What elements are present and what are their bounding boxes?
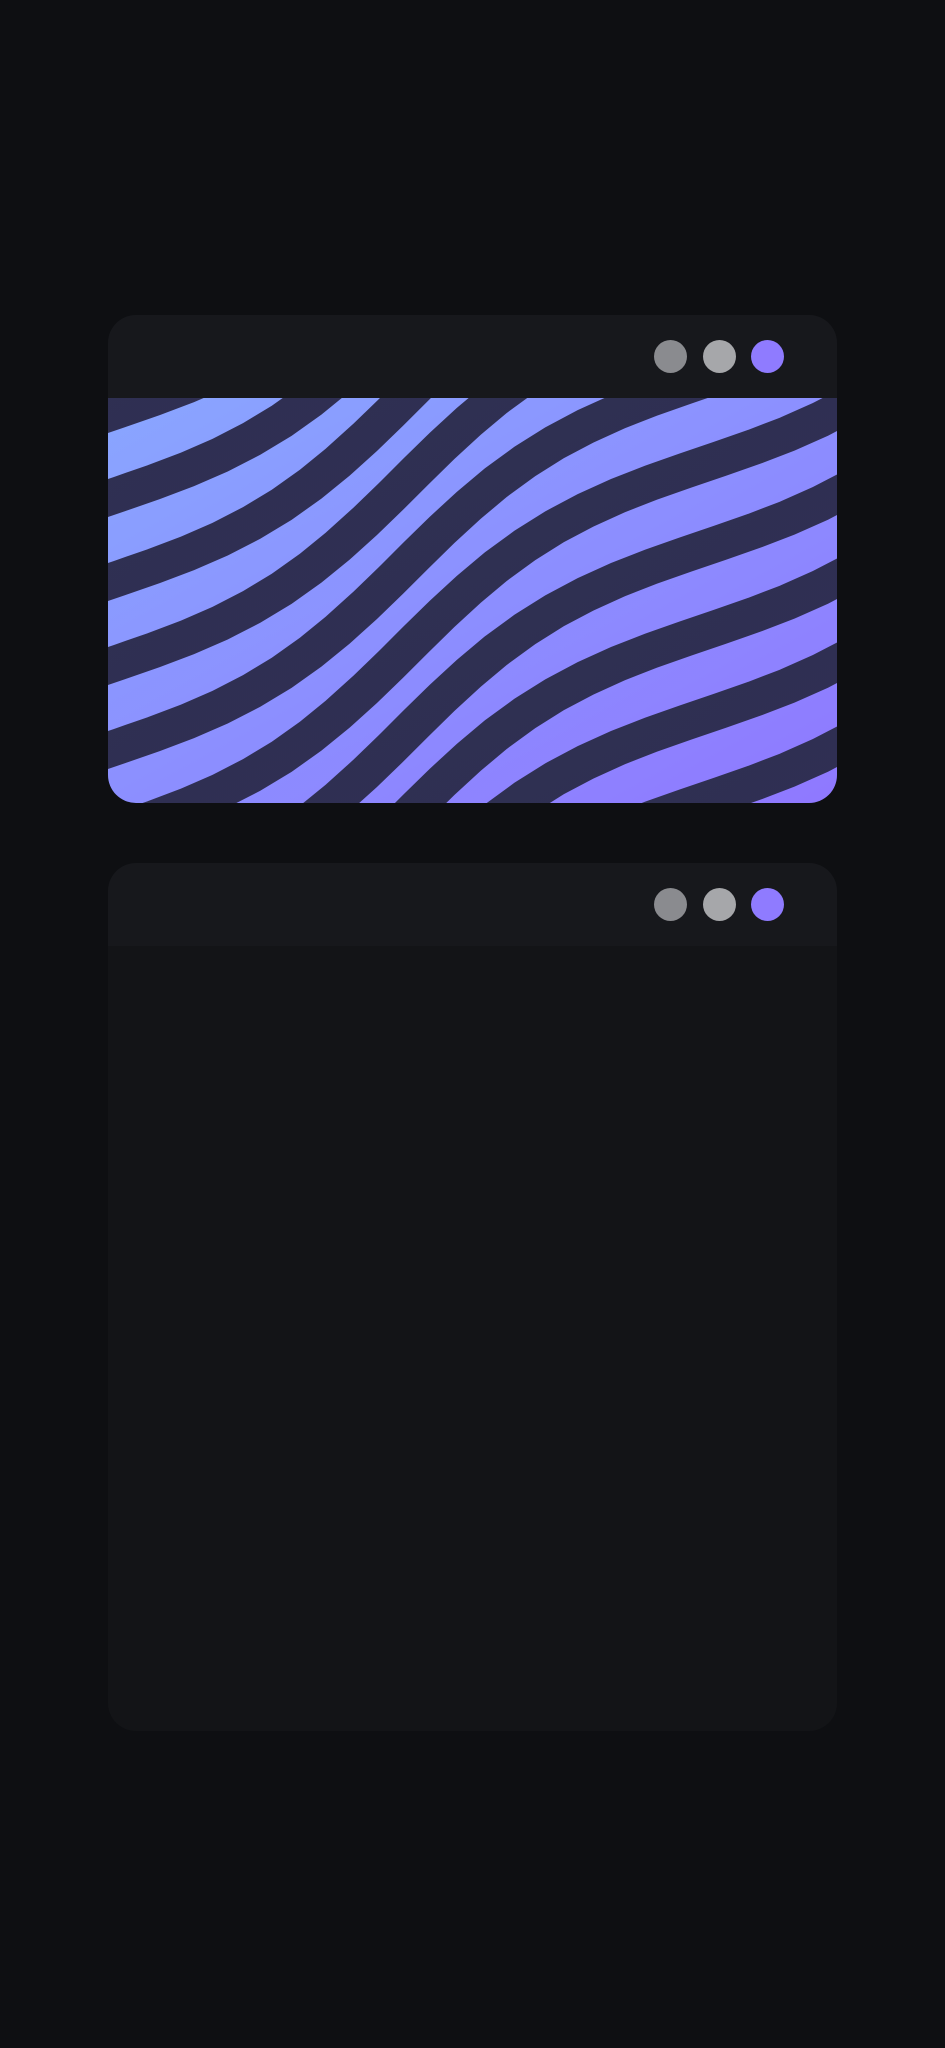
wave-pattern-svg xyxy=(108,398,837,803)
window-control-purple-icon[interactable] xyxy=(751,888,784,921)
empty-window-content xyxy=(108,946,837,1731)
window-control-light-gray-icon[interactable] xyxy=(703,340,736,373)
window-titlebar xyxy=(108,315,837,398)
window-control-light-gray-icon[interactable] xyxy=(703,888,736,921)
window-titlebar xyxy=(108,863,837,946)
empty-window xyxy=(108,863,837,1731)
wave-pattern-image xyxy=(108,398,837,803)
pattern-window xyxy=(108,315,837,803)
window-control-purple-icon[interactable] xyxy=(751,340,784,373)
window-control-gray-icon[interactable] xyxy=(654,888,687,921)
window-control-gray-icon[interactable] xyxy=(654,340,687,373)
